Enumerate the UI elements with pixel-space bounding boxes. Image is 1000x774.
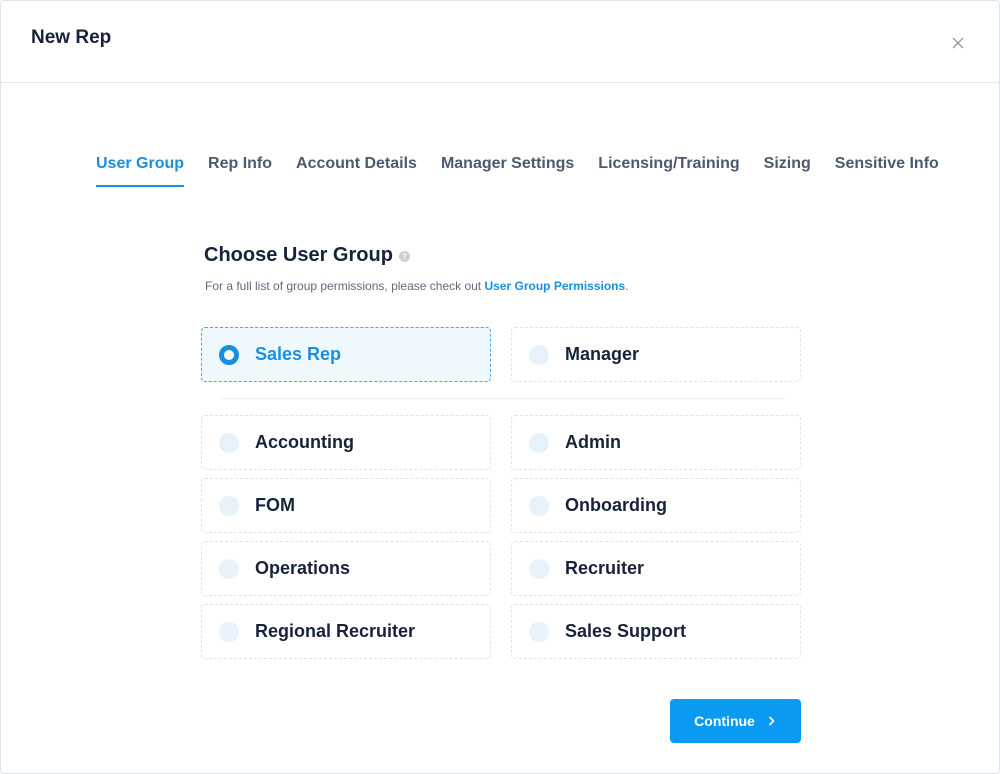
option-label: Sales Support: [565, 621, 687, 641]
tab-rep-info[interactable]: Rep Info: [208, 155, 272, 187]
option-operations[interactable]: Operations: [201, 541, 491, 596]
radio-icon[interactable]: [529, 558, 549, 579]
modal-header: New Rep: [1, 1, 1000, 83]
option-label: Recruiter: [565, 558, 645, 578]
tab-user-group[interactable]: User Group: [96, 155, 185, 187]
continue-label: Continue: [694, 713, 755, 729]
option-label: Regional Recruiter: [255, 621, 416, 641]
radio-icon[interactable]: [219, 621, 239, 642]
tab-sensitive-info[interactable]: Sensitive Info: [835, 155, 939, 187]
option-label: FOM: [255, 495, 295, 515]
option-label: Accounting: [255, 432, 354, 452]
option-manager[interactable]: Manager: [511, 327, 801, 382]
option-accounting[interactable]: Accounting: [201, 415, 491, 470]
option-label: Manager: [565, 344, 640, 364]
radio-icon[interactable]: [529, 621, 549, 642]
option-sales-support[interactable]: Sales Support: [511, 604, 801, 659]
radio-icon[interactable]: [219, 558, 239, 579]
tab-licensing-training[interactable]: Licensing/Training: [598, 155, 739, 187]
radio-selected-icon[interactable]: [219, 344, 239, 365]
option-label: Admin: [565, 432, 621, 452]
tab-manager-settings[interactable]: Manager Settings: [441, 155, 574, 187]
radio-icon[interactable]: [529, 344, 549, 365]
new-rep-modal: New Rep User Group Rep Info Account Deta…: [0, 0, 1000, 774]
tab-account-details[interactable]: Account Details: [296, 155, 417, 187]
option-label: Sales Rep: [255, 344, 342, 364]
section-subtitle: For a full list of group permissions, pl…: [205, 279, 629, 293]
option-sales-rep[interactable]: Sales Rep: [201, 327, 491, 382]
radio-icon[interactable]: [529, 495, 549, 516]
radio-icon[interactable]: [219, 432, 239, 453]
modal-title: New Rep: [31, 27, 112, 48]
help-icon[interactable]: ?: [398, 251, 410, 262]
option-admin[interactable]: Admin: [511, 415, 801, 470]
section-title-text: Choose User Group: [204, 244, 393, 266]
tab-sizing[interactable]: Sizing: [764, 155, 811, 187]
option-label: Onboarding: [565, 495, 667, 515]
option-onboarding[interactable]: Onboarding: [511, 478, 801, 533]
subtitle-text: For a full list of group permissions, pl…: [205, 279, 485, 293]
option-recruiter[interactable]: Recruiter: [511, 541, 801, 596]
radio-icon[interactable]: [529, 432, 549, 453]
option-fom[interactable]: FOM: [201, 478, 491, 533]
chevron-right-icon: [769, 716, 775, 726]
option-label: Operations: [255, 558, 351, 578]
subtitle-suffix: .: [625, 279, 629, 293]
radio-icon[interactable]: [219, 495, 239, 516]
user-group-permissions-link[interactable]: User Group Permissions: [484, 279, 625, 293]
option-regional-recruiter[interactable]: Regional Recruiter: [201, 604, 491, 659]
tab-bar: User Group Rep Info Account Details Mana…: [96, 155, 939, 187]
continue-button[interactable]: Continue: [670, 699, 801, 743]
options-divider: [221, 398, 785, 399]
section-title: Choose User Group ?: [204, 244, 410, 267]
close-icon[interactable]: [949, 34, 967, 52]
